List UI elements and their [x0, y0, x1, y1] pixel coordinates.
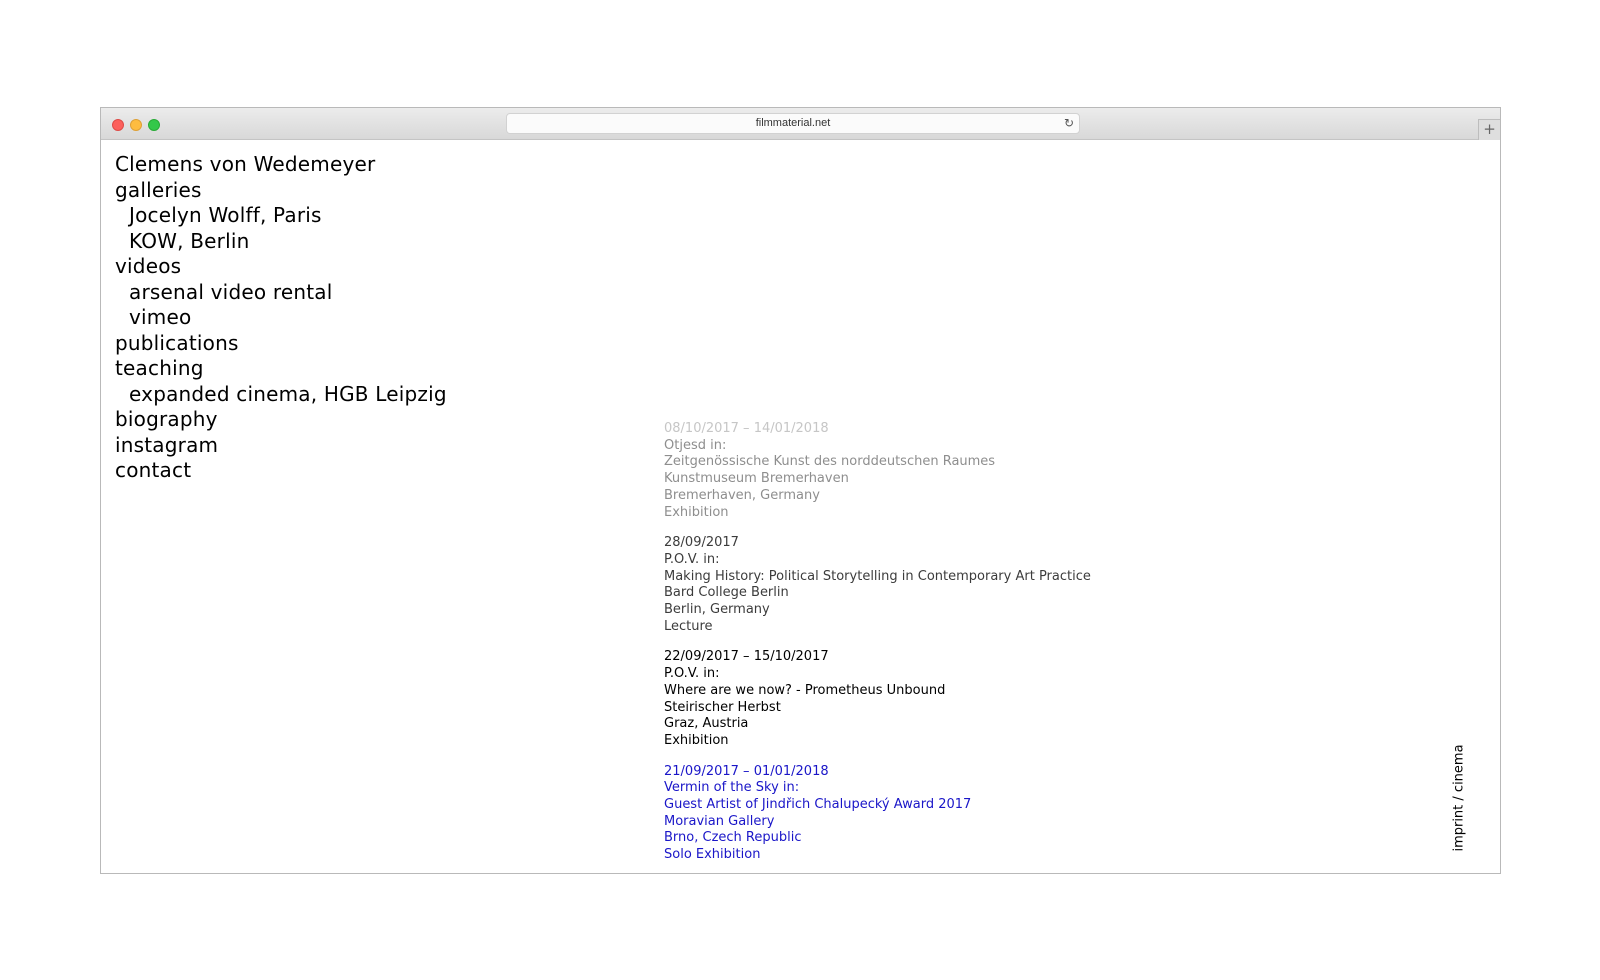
event-entry[interactable]: 28/09/2017 P.O.V. in: Making History: Poli…: [664, 535, 1091, 635]
page-content: Clemens von Wedemeyer galleries Jocelyn Wo…: [101, 140, 1500, 873]
window-zoom-button[interactable]: [148, 119, 160, 131]
event-line: 21/09/2017 – 01/01/2018: [664, 763, 829, 779]
nav-link[interactable]: arsenal video rental: [115, 280, 447, 306]
event-line: Exhibition: [664, 732, 729, 748]
event-line: Moravian Gallery: [664, 813, 775, 829]
event-line: Zeitgenössische Kunst des norddeutschen …: [664, 454, 996, 470]
event-entry[interactable]: Otjesd in: Zeitgenössische Kunst des nord…: [664, 438, 1091, 522]
nav-link[interactable]: instagram: [115, 433, 447, 459]
event-entry[interactable]: 22/09/2017 – 15/10/2017 P.O.V. in: Where a…: [664, 649, 1091, 749]
event-line: Guest Artist of Jindřich Chalupecký Awar…: [664, 797, 972, 813]
event-line: Lecture: [664, 618, 713, 634]
browser-window: filmmaterial.net ↻ + Clemens von Wedemey…: [100, 107, 1501, 874]
event-entry[interactable]: 08/10/2017 – 14/01/2018: [664, 421, 1091, 438]
nav-link[interactable]: contact: [115, 458, 447, 484]
event-line: Graz, Austria: [664, 716, 749, 732]
reload-icon[interactable]: ↻: [1064, 116, 1074, 130]
event-line: Otjesd in:: [664, 437, 727, 453]
event-line: Vermin of the Sky in:: [664, 780, 800, 796]
main-navigation: Clemens von Wedemeyer galleries Jocelyn Wo…: [115, 152, 447, 484]
event-entry[interactable]: 21/09/2017 – 01/01/2018 Vermin of the Sky…: [664, 764, 1091, 864]
event-line: 08/10/2017 – 14/01/2018: [664, 421, 829, 436]
event-line: Kunstmuseum Bremerhaven: [664, 471, 849, 487]
nav-link[interactable]: galleries: [115, 178, 447, 204]
event-line: Berlin, Germany: [664, 602, 770, 618]
event-line: Solo Exhibition: [664, 847, 761, 863]
event-line: Steirischer Herbst: [664, 699, 781, 715]
nav-link[interactable]: videos: [115, 254, 447, 280]
event-line: 22/09/2017 – 15/10/2017: [664, 649, 829, 665]
window-close-button[interactable]: [112, 119, 124, 131]
browser-titlebar: filmmaterial.net ↻ +: [101, 108, 1500, 140]
nav-link[interactable]: publications: [115, 331, 447, 357]
nav-link[interactable]: vimeo: [115, 305, 447, 331]
nav-link[interactable]: KOW, Berlin: [115, 229, 447, 255]
event-line: P.O.V. in:: [664, 666, 720, 682]
nav-link[interactable]: Jocelyn Wolff, Paris: [115, 203, 447, 229]
site-title-link[interactable]: Clemens von Wedemeyer: [115, 152, 447, 178]
nav-link[interactable]: biography: [115, 407, 447, 433]
event-line: 28/09/2017: [664, 535, 739, 551]
event-line: Brno, Czech Republic: [664, 830, 802, 846]
nav-link[interactable]: teaching: [115, 356, 447, 382]
footer-links[interactable]: imprint / cinema: [1451, 742, 1467, 854]
event-line: Making History: Political Storytelling i…: [664, 568, 1091, 584]
nav-link[interactable]: expanded cinema, HGB Leipzig: [115, 382, 447, 408]
event-list: 08/10/2017 – 14/01/2018 Otjesd in: Zeitgen…: [664, 421, 1091, 873]
window-minimize-button[interactable]: [130, 119, 142, 131]
new-tab-button[interactable]: +: [1478, 119, 1500, 140]
event-line: Bremerhaven, Germany: [664, 487, 820, 503]
event-line: Exhibition: [664, 504, 729, 520]
url-text[interactable]: filmmaterial.net: [507, 117, 1079, 129]
event-line: Bard College Berlin: [664, 585, 789, 601]
imprint-cinema-link[interactable]: imprint / cinema: [1452, 744, 1467, 851]
event-line: P.O.V. in:: [664, 551, 720, 567]
event-line: Where are we now? - Prometheus Unbound: [664, 682, 946, 698]
address-bar[interactable]: filmmaterial.net ↻: [506, 113, 1080, 134]
